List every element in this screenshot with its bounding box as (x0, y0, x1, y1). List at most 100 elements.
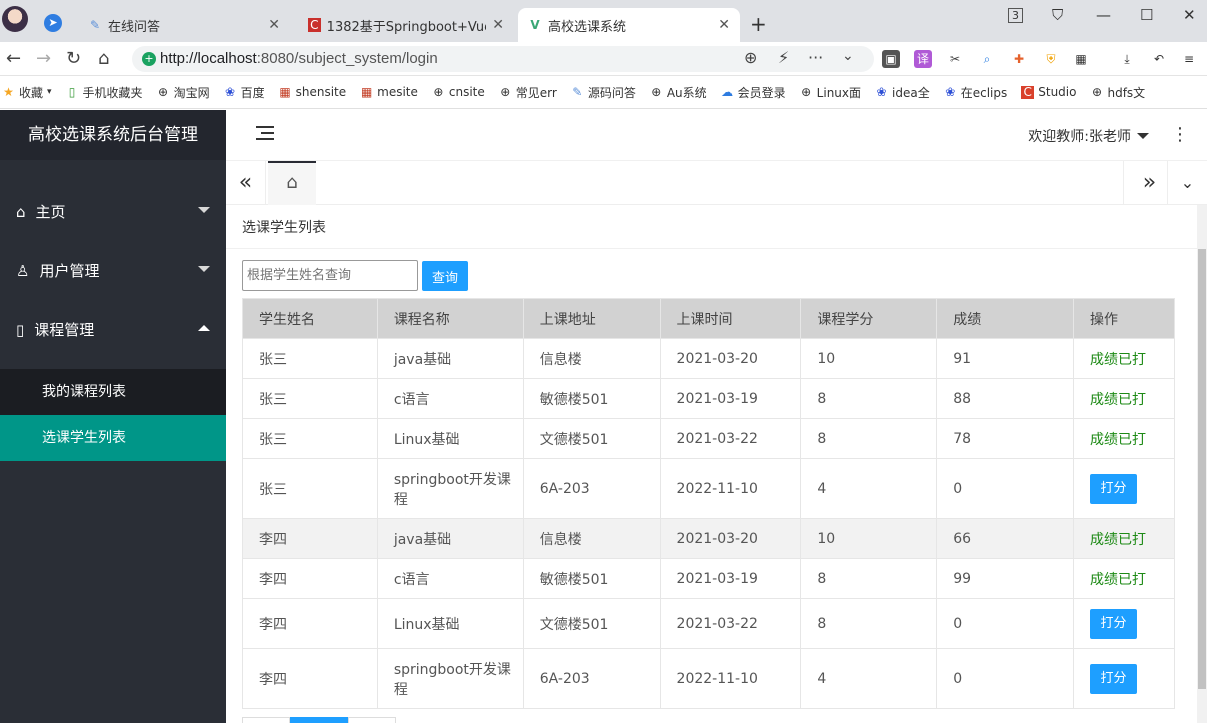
bookmark-item[interactable]: ⊕ 常见err (499, 84, 557, 101)
pinned-tab-icon[interactable]: ➤ (44, 14, 62, 32)
more-dots-icon[interactable]: ··· (808, 48, 823, 67)
browser-tab-3[interactable]: V 高校选课系统 ✕ (518, 8, 740, 42)
user-icon: ♙ (16, 261, 30, 280)
new-tab-icon[interactable]: + (750, 12, 767, 36)
bookmark-item[interactable]: ❀ 在eclips (944, 84, 1007, 101)
graded-status: 成绩已打 (1090, 571, 1147, 588)
bookmark-item[interactable]: ⊕ 淘宝网 (157, 84, 210, 101)
menu-icon[interactable]: ≡ (1180, 50, 1198, 68)
close-tab-icon[interactable]: ✕ (492, 17, 504, 33)
chevron-down-icon[interactable]: ⌄ (842, 48, 854, 64)
bookmark-item[interactable]: ▦ shensite (279, 84, 346, 99)
cell-name: 李四 (242, 648, 378, 709)
chevron-down-icon (1137, 133, 1149, 139)
forward-icon[interactable]: → (36, 48, 51, 69)
column-header: 上课时间 (659, 298, 802, 339)
scissors-icon[interactable]: ✂ (946, 50, 964, 68)
shirt-icon[interactable]: ⛉ (1052, 6, 1063, 24)
pager-prev[interactable] (242, 717, 290, 723)
maximize-icon[interactable]: ☐ (1140, 6, 1153, 24)
bookmark-item[interactable]: ❀ 百度 (224, 84, 265, 101)
sidebar-item-users[interactable]: ♙ 用户管理 (0, 241, 226, 300)
paw-icon: ❀ (945, 84, 956, 99)
close-tab-icon[interactable]: ✕ (268, 17, 280, 33)
fold-menu-icon[interactable] (256, 126, 274, 142)
url-text[interactable]: http://localhost:8080/subject_system/log… (160, 50, 438, 67)
cell-score: 78 (936, 418, 1075, 459)
undo-icon[interactable]: ↶ (1150, 50, 1168, 68)
table-row: 张三 springboot开发课程 6A-203 2022-11-10 4 0 … (242, 458, 1175, 519)
cell-action: 打分 (1073, 598, 1175, 649)
apps-grid-icon[interactable]: ▦ (1072, 50, 1090, 68)
content-scrollbar[interactable] (1197, 205, 1207, 723)
table-row: 李四 c语言 敏德楼501 2021-03-19 8 99 成绩已打 (242, 558, 1175, 599)
sidebar-subitem-my-courses[interactable]: 我的课程列表 (0, 369, 226, 415)
download-icon[interactable]: ⤓ (1118, 50, 1136, 68)
bookmark-item[interactable]: ⊕ Au系统 (650, 84, 706, 101)
reload-icon[interactable]: ↻ (66, 48, 81, 69)
bookmark-item[interactable]: ❀ idea全 (875, 84, 929, 101)
search-ext-icon[interactable]: ⌕ (978, 50, 996, 68)
bookmark-item[interactable]: ✎ 源码问答 (571, 84, 636, 101)
translate-icon[interactable]: 译 (914, 50, 932, 68)
pager-current[interactable] (290, 717, 348, 723)
app-title: 高校选课系统后台管理 (0, 110, 226, 160)
scroll-right-icon[interactable]: » (1123, 161, 1167, 205)
user-menu[interactable]: 欢迎教师:张老师 (1028, 126, 1149, 146)
browser-tab-2[interactable]: C 1382基于Springboot+Vue+ ✕ (298, 8, 514, 42)
bookmark-item[interactable]: ⊕ Linux面 (800, 84, 861, 101)
shield-icon[interactable]: ⛨ (1042, 50, 1060, 68)
chevron-down-icon (198, 266, 210, 272)
cell-score: 66 (936, 518, 1075, 559)
sidebar: 高校选课系统后台管理 ⌂ 主页 ♙ 用户管理 ▯ 课程管理 我的课程列表 选课学… (0, 110, 226, 723)
address-toolbar: ← → ↻ ⌂ + http://localhost:8080/subject_… (0, 42, 1207, 76)
tab-count-icon[interactable]: 3 (1008, 8, 1023, 23)
lightning-icon[interactable]: ⚡ (778, 48, 789, 67)
grade-button[interactable]: 打分 (1090, 608, 1138, 639)
cell-action: 打分 (1073, 458, 1175, 519)
window-close-icon[interactable]: ✕ (1183, 6, 1196, 24)
search-button[interactable]: 查询 (422, 261, 468, 291)
back-icon[interactable]: ← (6, 48, 21, 69)
site-icon: ▦ (279, 84, 291, 99)
bookmark-item[interactable]: ☁ 会员登录 (721, 84, 786, 101)
profile-avatar[interactable] (2, 6, 28, 32)
cell-course: java基础 (376, 338, 524, 379)
scrollbar-thumb[interactable] (1198, 249, 1206, 689)
tabs-dropdown-icon[interactable]: ⌄ (1167, 161, 1207, 205)
search-input[interactable] (242, 260, 418, 291)
bookmark-item[interactable]: ⊕ cnsite (432, 85, 484, 99)
extension-icon[interactable]: ▣ (882, 50, 900, 68)
cell-place: 信息楼 (522, 518, 661, 559)
bookmarks-bar: ★ 收藏 ▾ ▯ 手机收藏夹 ⊕ 淘宝网 ❀ 百度 ▦ shensite ▦ mesite ⊕… (0, 76, 1207, 109)
bookmark-item[interactable]: C Studio (1021, 85, 1076, 99)
grade-button[interactable]: 打分 (1090, 663, 1138, 694)
cell-time: 2022-11-10 (659, 458, 802, 519)
paw-icon: ❀ (876, 84, 887, 99)
browser-tab-title: 在线问答 (108, 19, 161, 35)
sidebar-item-courses[interactable]: ▯ 课程管理 (0, 300, 226, 359)
browser-tab-1[interactable]: ✎ 在线问答 ✕ (78, 8, 290, 42)
sidebar-subitem-course-students[interactable]: 选课学生列表 (0, 415, 226, 461)
home-browser-icon[interactable]: ⌂ (98, 48, 109, 69)
bookmark-item[interactable]: ▯ 手机收藏夹 (66, 84, 143, 101)
url-bar[interactable]: + http://localhost:8080/subject_system/l… (132, 46, 874, 72)
grade-button[interactable]: 打分 (1090, 473, 1138, 504)
scroll-left-icon[interactable]: « (226, 161, 266, 205)
game-icon[interactable]: ✚ (1010, 50, 1028, 68)
pager-next[interactable] (348, 717, 396, 723)
paw-icon: ❀ (225, 84, 236, 99)
bookmark-item[interactable]: ▦ mesite (360, 85, 418, 99)
star-icon: ★ (3, 84, 14, 99)
sidebar-item-home[interactable]: ⌂ 主页 (0, 182, 226, 241)
browser-tab-title: 高校选课系统 (548, 19, 627, 35)
zoom-icon[interactable]: ⊕ (744, 48, 757, 67)
close-tab-icon[interactable]: ✕ (718, 17, 730, 33)
bookmark-item[interactable]: ★ 收藏 ▾ (2, 84, 51, 101)
bookmark-item[interactable]: ⊕ hdfs文 (1090, 84, 1145, 101)
minimize-icon[interactable]: — (1096, 6, 1111, 24)
table-row: 张三 java基础 信息楼 2021-03-20 10 91 成绩已打 (242, 338, 1175, 379)
more-vertical-icon[interactable]: ⋮ (1171, 124, 1189, 145)
home-tab-icon[interactable]: ⌂ (268, 161, 316, 205)
cell-name: 李四 (242, 558, 378, 599)
